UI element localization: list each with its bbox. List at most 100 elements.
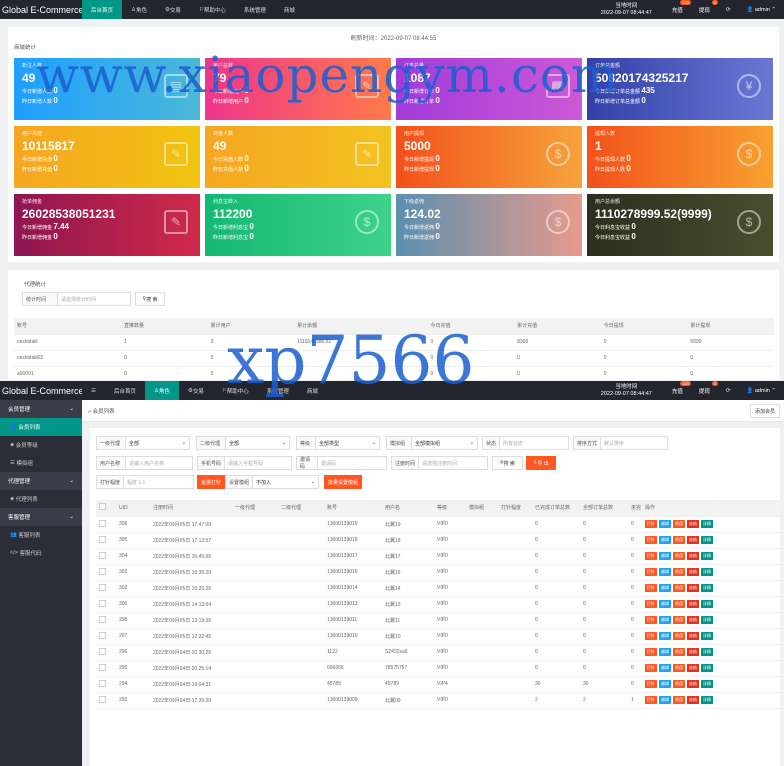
search-button[interactable]: ⚲ 搜 索 [492,456,523,470]
row-action-button[interactable]: 详情 [701,552,713,560]
sidebar-group-agents[interactable]: 代理管理 ⌄ [0,472,82,490]
menu-toggle-icon[interactable]: ☰ [82,381,105,400]
filter-status-select[interactable]: 所有状态 [499,436,569,450]
sidebar-group-members[interactable]: 会员管理 ⌄ [0,400,82,418]
row-action-button[interactable]: 禁用 [673,520,685,528]
row-action-button[interactable]: 编辑 [659,520,671,528]
row-action-button[interactable]: 详情 [701,632,713,640]
row-action-button[interactable]: 冻结 [687,520,699,528]
row-action-button[interactable]: 编辑 [659,584,671,592]
row-action-button[interactable]: 打针 [645,568,657,576]
more-icon[interactable]: ... [715,696,722,703]
user-menu[interactable]: 👤 admin ⌃ [746,7,776,13]
nav-home[interactable]: 后台首页 [82,0,123,19]
row-action-button[interactable]: 打针 [645,696,657,704]
nav-role[interactable]: ♙ 角色 [122,0,156,19]
sidebar-item-member-list[interactable]: 👤 会员列表 [0,418,82,436]
row-action-button[interactable]: 冻结 [687,648,699,656]
more-icon[interactable]: ... [715,520,722,527]
export-button[interactable]: ⇩ 导 出 [526,456,556,470]
nav-help[interactable]: ⚐ 帮助中心 [190,0,235,19]
more-icon[interactable]: ... [715,568,722,575]
row-checkbox[interactable] [96,516,116,533]
row-checkbox[interactable] [96,564,116,581]
filter-agent2-select[interactable]: 全部 ⌄ [225,436,290,450]
row-checkbox[interactable] [96,596,116,613]
row-checkbox[interactable] [96,580,116,597]
agent-time-input[interactable]: 请选择统计时间 [57,292,131,306]
row-action-button[interactable]: 编辑 [659,600,671,608]
row-action-button[interactable]: 打针 [645,520,657,528]
nav2-home[interactable]: 后台首页 [105,381,145,400]
filter-simgroup-select[interactable]: 全部模拟组 ⌄ [411,436,478,450]
sidebar-item-service-list[interactable]: 👥 客服列表 [0,526,82,544]
nav-trade[interactable]: ⚙ 交易 [156,0,190,19]
agent-search-button[interactable]: ⚲ 搜 索 [135,292,165,306]
row-checkbox[interactable] [96,644,116,661]
row-action-button[interactable]: 详情 [701,520,713,528]
row-action-button[interactable]: 禁用 [673,616,685,624]
batch-setgroup-button[interactable]: 批量设置模组 [324,475,362,489]
row-action-button[interactable]: 冻结 [687,680,699,688]
row-action-button[interactable]: 禁用 [673,696,685,704]
row-action-button[interactable]: 编辑 [659,536,671,544]
row-action-button[interactable]: 详情 [701,584,713,592]
row-action-button[interactable]: 冻结 [687,616,699,624]
row-action-button[interactable]: 详情 [701,616,713,624]
withdraw-button-2[interactable]: 提现 0 [699,380,718,395]
row-checkbox[interactable] [96,628,116,645]
row-action-button[interactable]: 编辑 [659,648,671,656]
row-action-button[interactable]: 详情 [701,568,713,576]
more-icon[interactable]: ... [715,680,722,687]
row-action-button[interactable]: 禁用 [673,632,685,640]
row-action-button[interactable]: 冻结 [687,632,699,640]
row-checkbox[interactable] [96,692,116,709]
row-action-button[interactable]: 禁用 [673,664,685,672]
row-action-button[interactable]: 打针 [645,648,657,656]
refresh-icon[interactable]: ⟳ [726,388,731,394]
batch-inject-button[interactable]: 批量打针 [197,475,225,489]
nav2-trade[interactable]: ⚙ 交易 [179,381,213,400]
filter-agent1-select[interactable]: 全部 ⌄ [125,436,190,450]
more-icon[interactable]: ... [715,664,722,671]
more-icon[interactable]: ... [715,584,722,591]
row-checkbox[interactable] [96,676,116,693]
filter-sort-select[interactable]: 默认排序 [600,436,668,450]
row-action-button[interactable]: 打针 [645,664,657,672]
row-action-button[interactable]: 冻结 [687,584,699,592]
row-action-button[interactable]: 详情 [701,680,713,688]
row-action-button[interactable]: 禁用 [673,536,685,544]
select-all-checkbox[interactable] [96,500,116,517]
row-action-button[interactable]: 详情 [701,696,713,704]
more-icon[interactable]: ... [715,552,722,559]
more-icon[interactable]: ... [715,648,722,655]
withdraw-button[interactable]: 提现 0 [699,0,718,14]
row-action-button[interactable]: 编辑 [659,632,671,640]
row-action-button[interactable]: 详情 [701,664,713,672]
more-icon[interactable]: ... [715,536,722,543]
row-checkbox[interactable] [96,532,116,549]
row-action-button[interactable]: 编辑 [659,664,671,672]
more-icon[interactable]: ... [715,600,722,607]
recharge-button-2[interactable]: 充值 123 [672,380,691,395]
row-action-button[interactable]: 冻结 [687,568,699,576]
row-action-button[interactable]: 禁用 [673,648,685,656]
username-input[interactable]: 请输入用户名称 [125,456,193,470]
row-action-button[interactable]: 冻结 [687,664,699,672]
regtime-input[interactable]: 请选择注册时间 [418,456,488,470]
row-action-button[interactable]: 冻结 [687,536,699,544]
user-menu-2[interactable]: 👤 admin ⌃ [746,388,776,394]
more-icon[interactable]: ... [715,632,722,639]
row-action-button[interactable]: 编辑 [659,680,671,688]
row-action-button[interactable]: 编辑 [659,552,671,560]
row-action-button[interactable]: 打针 [645,616,657,624]
row-action-button[interactable]: 禁用 [673,552,685,560]
row-action-button[interactable]: 打针 [645,680,657,688]
row-action-button[interactable]: 禁用 [673,568,685,576]
row-action-button[interactable]: 冻结 [687,552,699,560]
row-action-button[interactable]: 禁用 [673,584,685,592]
row-action-button[interactable]: 编辑 [659,568,671,576]
row-action-button[interactable]: 打针 [645,600,657,608]
row-action-button[interactable]: 禁用 [673,600,685,608]
batch-input[interactable]: 幅度 1.1 [123,475,194,489]
